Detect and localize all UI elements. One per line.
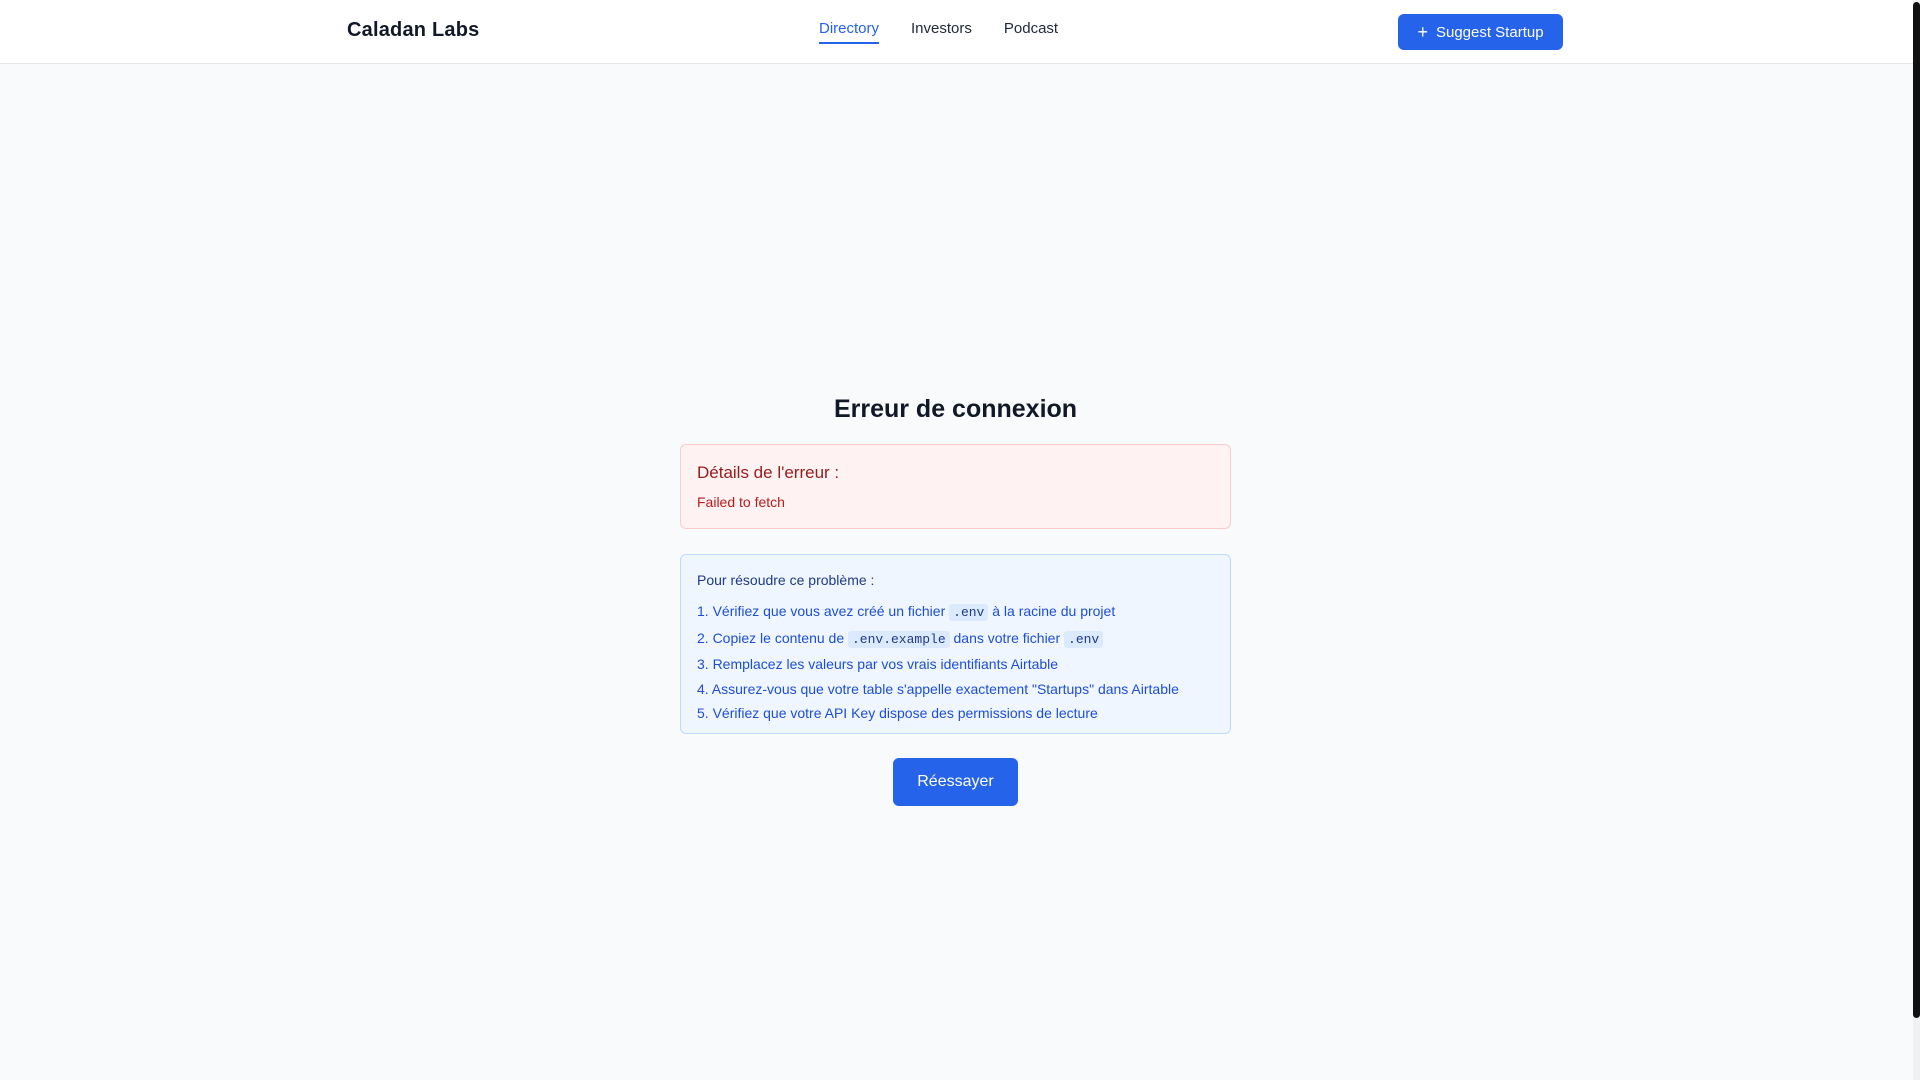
page-title: Erreur de connexion — [833, 395, 1078, 423]
retry-wrapper: Réessayer — [680, 758, 1231, 806]
help-heading: Pour résoudre ce problème : — [697, 572, 875, 588]
suggest-startup-label: Suggest Startup — [1435, 23, 1544, 41]
scrollbar-thumb[interactable] — [1913, 2, 1920, 1018]
error-heading: Détails de l'erreur : — [697, 463, 840, 482]
help-step-3: 3. Remplacez les valeurs par vos vrais i… — [697, 656, 1059, 672]
nav-investors[interactable]: Investors — [911, 20, 972, 44]
nav-directory[interactable]: Directory — [819, 20, 880, 44]
plus-icon: + — [1417, 22, 1428, 42]
code-env: .env — [949, 604, 989, 621]
help-box: Pour résoudre ce problème : 1. Vérifiez … — [680, 554, 1231, 734]
code-env: .env — [1064, 630, 1104, 648]
main-nav: Directory Investors Podcast — [819, 20, 1058, 44]
top-header: Caladan Labs Directory Investors Podcast… — [0, 0, 1913, 64]
help-step-1: 1. Vérifiez que vous avez créé un fichie… — [697, 603, 1116, 621]
error-message: Failed to fetch — [697, 494, 785, 510]
error-details-box: Détails de l'erreur : Failed to fetch — [680, 444, 1231, 529]
brand-logo-text[interactable]: Caladan Labs — [347, 19, 479, 42]
nav-podcast[interactable]: Podcast — [1004, 20, 1058, 44]
retry-button[interactable]: Réessayer — [893, 758, 1018, 806]
help-step-4: 4. Assurez-vous que votre table s'appell… — [697, 680, 1179, 697]
error-panel: Erreur de connexion Détails de l'erreur … — [680, 395, 1231, 806]
help-step-2: 2. Copiez le contenu de .env.example dan… — [697, 626, 1214, 653]
help-step-5: 5. Vérifiez que votre API Key dispose de… — [697, 705, 1098, 721]
code-env-example: .env.example — [848, 630, 950, 648]
suggest-startup-button[interactable]: + Suggest Startup — [1398, 14, 1563, 50]
help-steps-list: 1. Vérifiez que vous avez créé un fichie… — [697, 599, 1214, 726]
